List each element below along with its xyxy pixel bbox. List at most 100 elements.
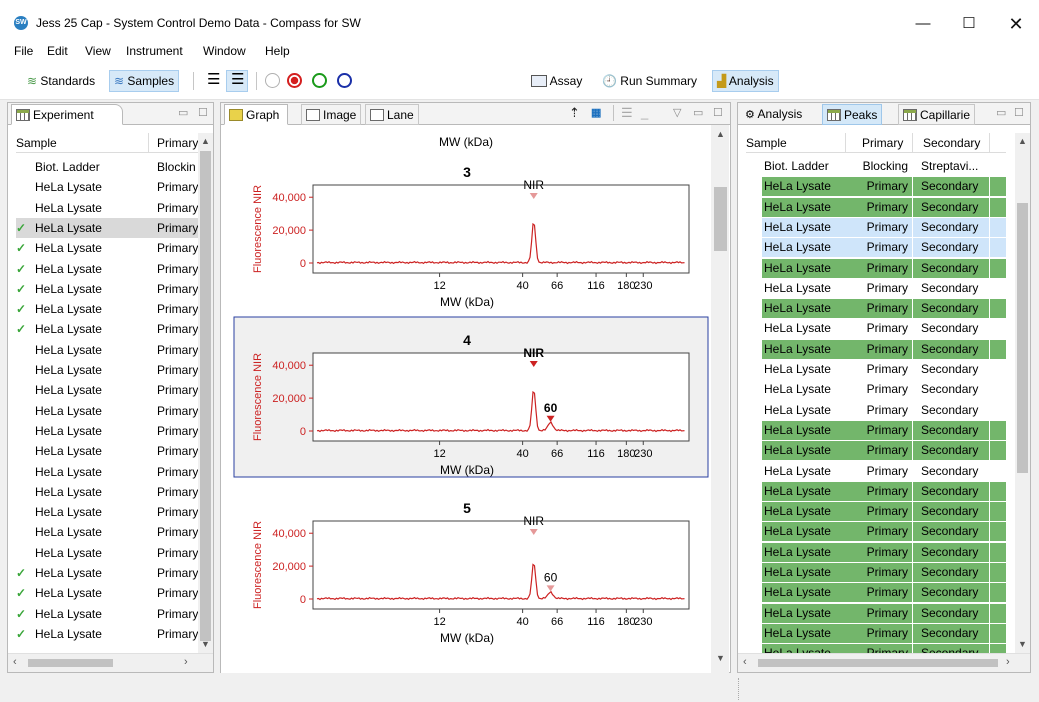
standards-button[interactable]: ≋ Standards	[22, 70, 100, 92]
scroll-thumb[interactable]	[200, 151, 211, 641]
table-row[interactable]: HeLa Lysate Primary	[16, 502, 198, 522]
menu-lines-icon[interactable]: ☰	[621, 105, 633, 121]
graph-vscrollbar[interactable]: ▲ ▼	[711, 125, 729, 673]
samples-button[interactable]: ≋ Samples	[109, 70, 180, 92]
hscroll-thumb[interactable]	[28, 659, 113, 667]
circle-gray-icon[interactable]	[265, 73, 280, 88]
table-row[interactable]: HeLa Lysate Primary	[16, 441, 198, 461]
maximize-icon[interactable]: ☐	[946, 9, 992, 39]
assay-button[interactable]: Assay	[526, 70, 587, 92]
menu-view[interactable]: View	[85, 44, 111, 58]
table-row[interactable]: HeLa Lysate Primary	[16, 380, 198, 400]
col-primary[interactable]: Primary	[862, 136, 903, 150]
circle-blue-icon[interactable]	[337, 73, 352, 88]
hscroll-thumb[interactable]	[758, 659, 998, 667]
peaks-vscrollbar[interactable]: ▲ ▼	[1015, 133, 1030, 653]
experiment-hscrollbar[interactable]: ‹ ›	[8, 653, 213, 672]
menu-edit[interactable]: Edit	[47, 44, 68, 58]
table-row[interactable]: HeLa LysatePrimarySecondary	[746, 299, 1006, 319]
table-row[interactable]: HeLa LysatePrimarySecondary	[746, 563, 1006, 583]
tab-graph[interactable]: Graph	[224, 104, 288, 125]
menu-file[interactable]: File	[14, 44, 33, 58]
table-row[interactable]: ✓ HeLa Lysate Primary	[16, 319, 198, 339]
list-view-icon[interactable]: ☰	[202, 70, 225, 92]
table-row[interactable]: HeLa Lysate Primary	[16, 198, 198, 218]
table-row[interactable]: HeLa LysatePrimarySecondary	[746, 217, 1006, 238]
settings-icon[interactable]: ▦	[591, 106, 601, 119]
scroll-up-icon[interactable]: ▲	[1018, 136, 1027, 146]
peak-marker-icon[interactable]: ⇡	[569, 105, 580, 121]
table-row[interactable]: HeLa LysatePrimarySecondary	[746, 319, 1006, 339]
minimize-panel-icon[interactable]: ▭	[693, 106, 703, 119]
table-row[interactable]: HeLa LysatePrimarySecondary	[746, 441, 1006, 461]
scroll-right-icon[interactable]: ›	[1006, 656, 1010, 668]
minimize-icon[interactable]: —	[900, 9, 946, 39]
table-row[interactable]: HeLa LysatePrimarySecondary	[746, 502, 1006, 522]
table-row[interactable]: ✓ HeLa Lysate Primary	[16, 259, 198, 279]
maximize-panel-icon[interactable]: ☐	[713, 106, 723, 119]
table-row[interactable]: HeLa LysatePrimarySecondary	[746, 360, 1006, 380]
table-row[interactable]: HeLa LysatePrimarySecondary	[746, 177, 1006, 197]
table-row[interactable]: ✓ HeLa Lysate Primary	[16, 563, 198, 583]
table-row[interactable]: HeLa Lysate Primary	[16, 360, 198, 380]
tab-capillaries[interactable]: Capillarie	[898, 104, 976, 125]
table-row[interactable]: HeLa LysatePrimarySecondary	[746, 603, 1006, 624]
scroll-right-icon[interactable]: ›	[184, 656, 188, 668]
table-row[interactable]: HeLa LysatePrimarySecondary	[746, 238, 1006, 258]
col-sample[interactable]: Sample	[746, 136, 787, 150]
tab-peaks[interactable]: Peaks	[822, 104, 883, 125]
menu-window[interactable]: Window	[203, 44, 246, 58]
analysis-button[interactable]: ▟ Analysis	[712, 70, 779, 92]
scroll-left-icon[interactable]: ‹	[743, 656, 747, 668]
scroll-down-icon[interactable]: ▼	[201, 639, 210, 649]
peaks-hscrollbar[interactable]: ‹ ›	[738, 653, 1030, 672]
table-row[interactable]: HeLa LysatePrimarySecondary	[746, 462, 1006, 482]
scroll-down-icon[interactable]: ▼	[716, 653, 725, 663]
table-row[interactable]: HeLa LysatePrimarySecondary	[746, 339, 1006, 360]
table-row[interactable]: HeLa Lysate Primary	[16, 462, 198, 482]
table-row[interactable]: HeLa LysatePrimarySecondary	[746, 481, 1006, 502]
scroll-left-icon[interactable]: ‹	[13, 656, 17, 668]
view-menu-icon[interactable]: ▽	[673, 106, 681, 119]
table-row[interactable]: HeLa LysatePrimarySecondary	[746, 583, 1006, 603]
tab-lane[interactable]: Lane	[365, 104, 419, 125]
table-row[interactable]: HeLa LysatePrimarySecondary	[746, 380, 1006, 400]
circle-red-icon[interactable]	[287, 73, 302, 88]
scroll-thumb[interactable]	[1017, 203, 1028, 473]
menu-instrument[interactable]: Instrument	[126, 44, 183, 58]
table-row[interactable]: HeLa Lysate Primary	[16, 421, 198, 441]
table-row[interactable]: ✓ HeLa Lysate Primary	[16, 217, 198, 238]
table-row[interactable]: Biot. Ladder Blockin	[16, 157, 198, 177]
table-row[interactable]: HeLa LysatePrimarySecondary	[746, 401, 1006, 421]
scroll-up-icon[interactable]: ▲	[716, 129, 725, 139]
table-row[interactable]: ✓ HeLa Lysate Primary	[16, 299, 198, 319]
table-row[interactable]: ✓ HeLa Lysate Primary	[16, 279, 198, 299]
table-row[interactable]: HeLa Lysate Primary	[16, 401, 198, 421]
maximize-panel-icon[interactable]: ☐	[1014, 106, 1024, 119]
table-row[interactable]: HeLa LysatePrimarySecondary	[746, 420, 1006, 441]
tab-analysis[interactable]: ⚙ Analysis	[741, 104, 806, 125]
maximize-panel-icon[interactable]: ☐	[198, 106, 208, 119]
table-row[interactable]: HeLa LysatePrimarySecondary	[746, 623, 1006, 644]
compact-list-icon[interactable]: ☰	[226, 70, 248, 92]
scroll-up-icon[interactable]: ▲	[201, 136, 210, 146]
col-primary[interactable]: Primary	[157, 136, 198, 150]
tab-experiment[interactable]: Experiment	[11, 104, 123, 125]
scroll-down-icon[interactable]: ▼	[1018, 639, 1027, 649]
menu-help[interactable]: Help	[265, 44, 290, 58]
table-row[interactable]: HeLa LysatePrimarySecondary	[746, 522, 1006, 542]
table-row[interactable]: ✓ HeLa Lysate Primary	[16, 604, 198, 624]
close-icon[interactable]: ✕	[993, 9, 1039, 39]
table-row[interactable]: HeLa Lysate Primary	[16, 177, 198, 197]
table-row[interactable]: ✓ HeLa Lysate Primary	[16, 624, 198, 644]
table-row[interactable]: HeLa LysatePrimarySecondary	[746, 258, 1006, 279]
experiment-vscrollbar[interactable]: ▲ ▼	[198, 133, 213, 653]
col-secondary[interactable]: Secondary	[923, 136, 980, 150]
table-row[interactable]: HeLa Lysate Primary	[16, 482, 198, 502]
table-row[interactable]: HeLa LysatePrimarySecondary	[746, 279, 1006, 299]
circle-green-icon[interactable]	[312, 73, 327, 88]
table-row[interactable]: HeLa Lysate Primary	[16, 543, 198, 563]
table-row[interactable]: ✓ HeLa Lysate Primary	[16, 583, 198, 603]
table-row[interactable]: HeLa Lysate Primary	[16, 522, 198, 542]
minimize-panel-icon[interactable]: ▭	[996, 106, 1006, 119]
